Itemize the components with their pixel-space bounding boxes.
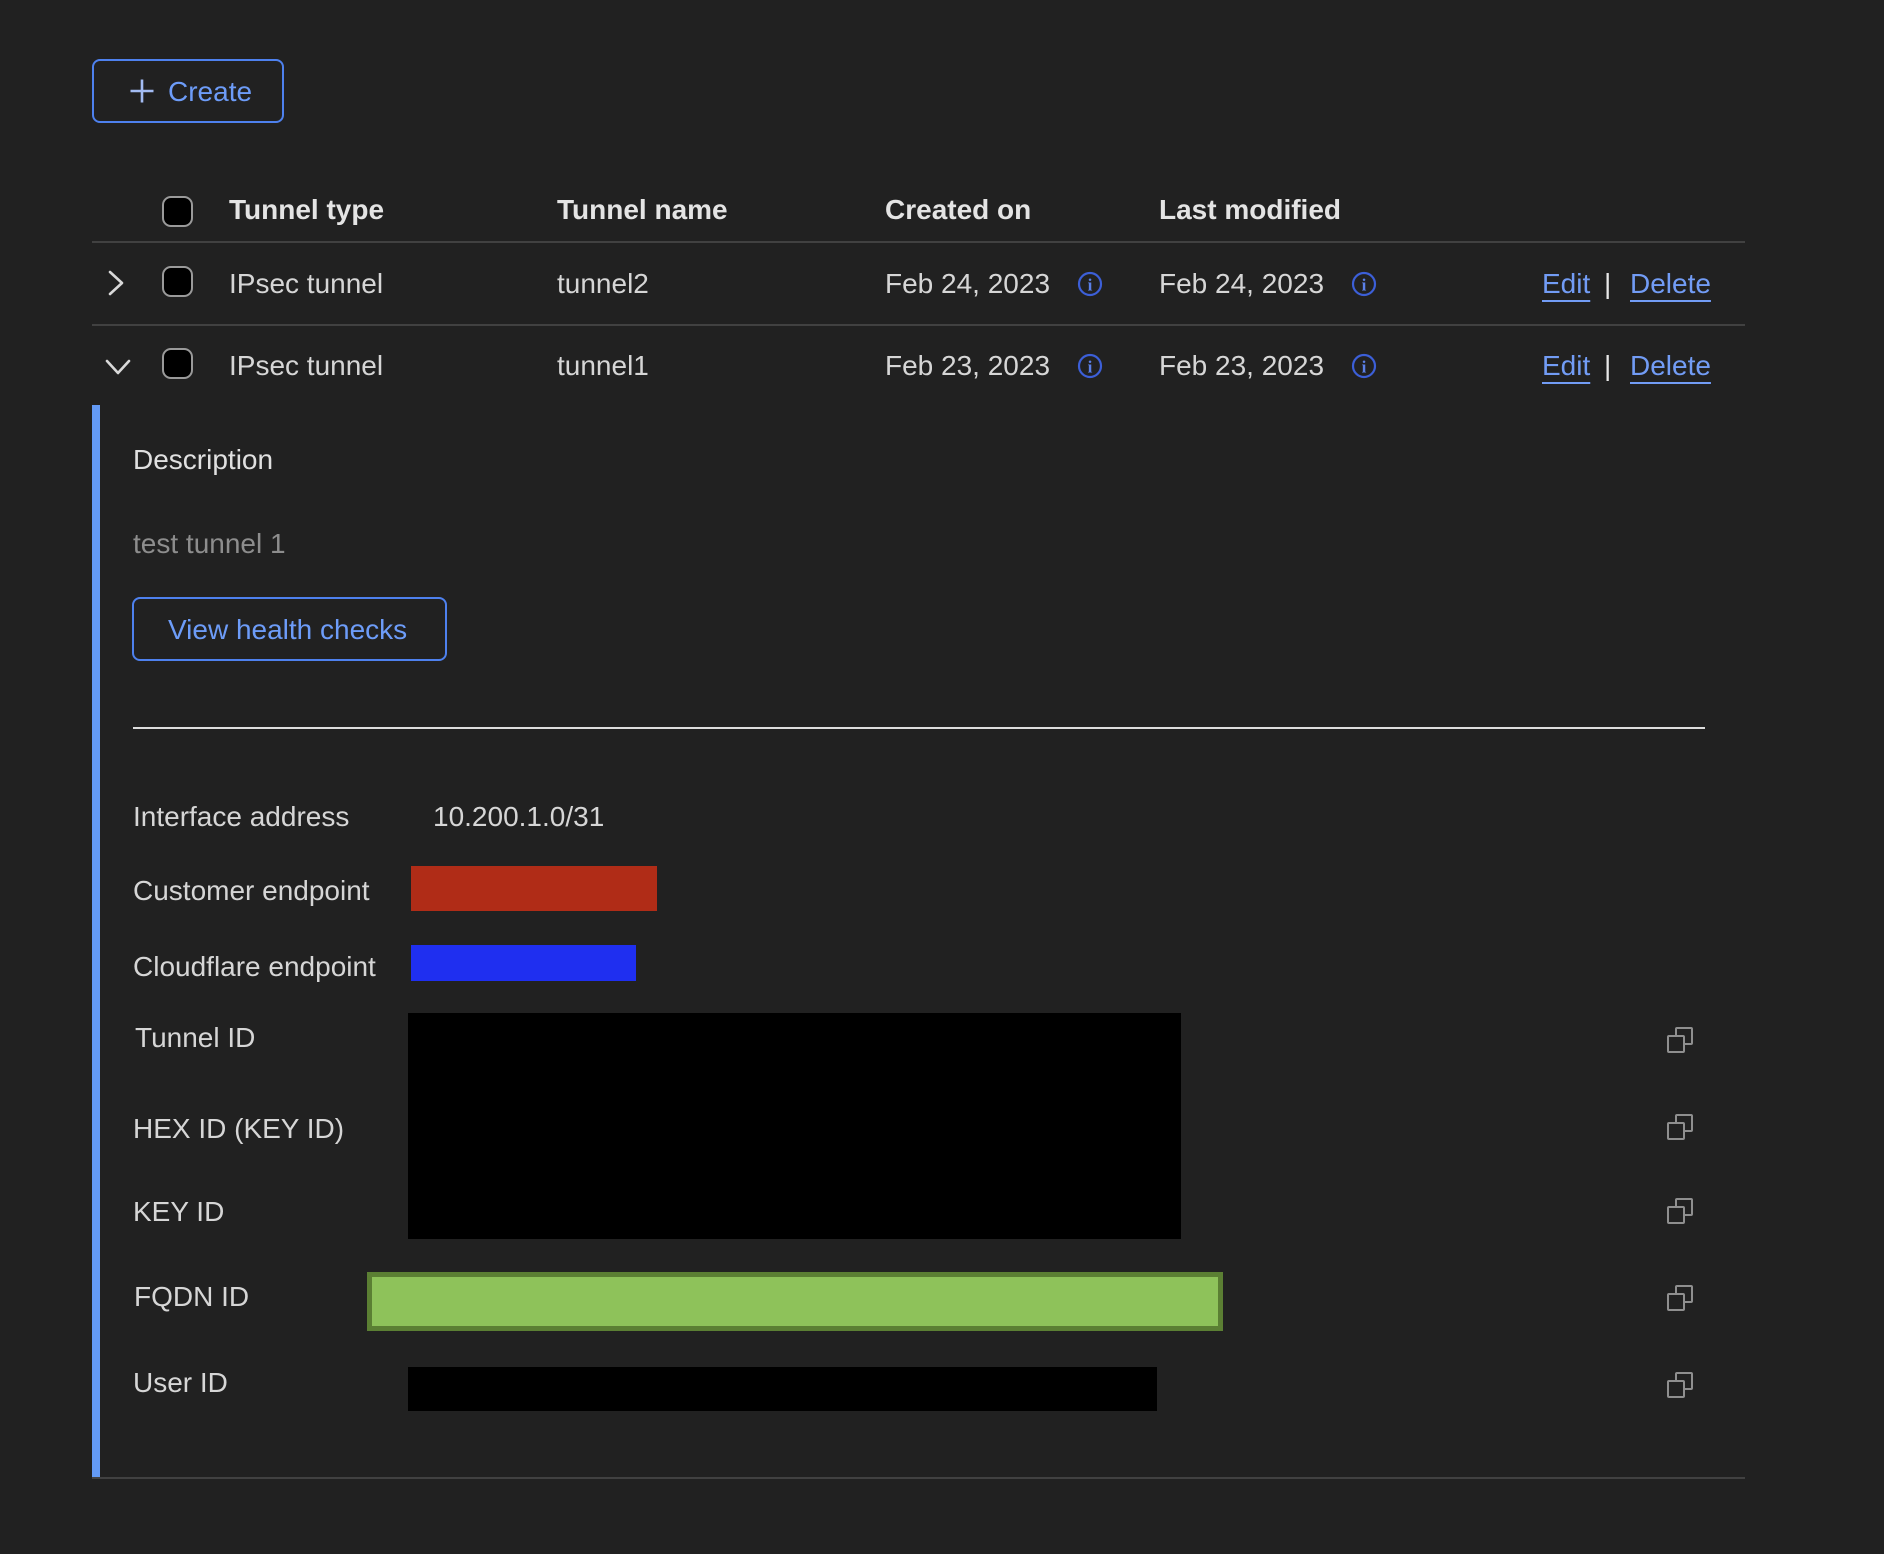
svg-text:i: i xyxy=(1088,358,1093,377)
svg-text:i: i xyxy=(1362,358,1367,377)
svg-text:i: i xyxy=(1088,276,1093,295)
svg-text:i: i xyxy=(1362,276,1367,295)
